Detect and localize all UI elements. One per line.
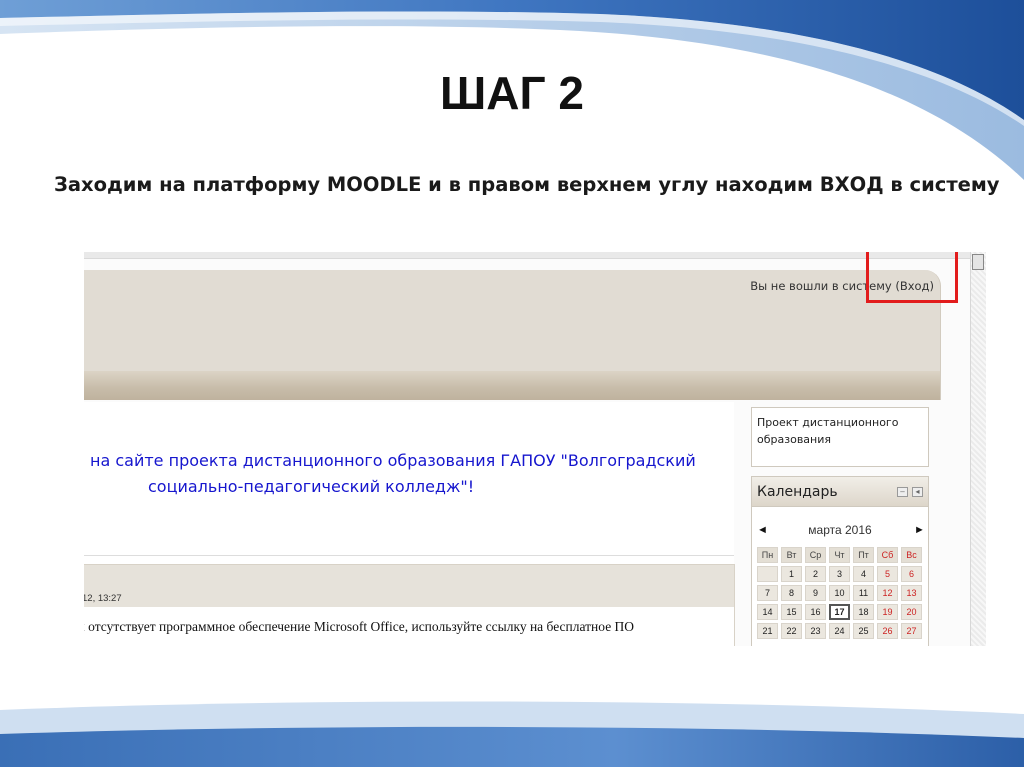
calendar-weekday: Пн	[757, 547, 778, 563]
slide-title: ШАГ 2	[440, 67, 584, 119]
header-navbar	[84, 371, 940, 400]
project-block: Проект дистанционного образования	[751, 407, 929, 467]
content-divider	[84, 555, 734, 556]
background-bottom-swoosh	[0, 701, 1024, 767]
main-content: на сайте проекта дистанционного образова…	[84, 402, 735, 646]
calendar-day[interactable]: 23	[805, 623, 826, 639]
calendar-block: Календарь – ◂ марта 2016 ◄ ► Пн Вт Ср Чт Пт С…	[751, 476, 929, 646]
calendar-next-icon[interactable]: ►	[914, 524, 925, 536]
collapse-icon[interactable]: –	[897, 487, 908, 497]
news-text: х отсутствует программное обеспечение Mi…	[84, 619, 635, 634]
calendar-day[interactable]: 12	[877, 585, 898, 601]
calendar-weekday: Сб	[877, 547, 898, 563]
calendar-day[interactable]: 20	[901, 604, 922, 620]
news-date: 12, 13:27	[84, 593, 122, 604]
calendar-empty-cell	[757, 566, 778, 582]
calendar-day[interactable]: 17	[829, 604, 850, 620]
browser-edge	[84, 252, 986, 259]
calendar-day[interactable]: 24	[829, 623, 850, 639]
calendar-day[interactable]: 7	[757, 585, 778, 601]
calendar-day[interactable]: 3	[829, 566, 850, 582]
calendar-day[interactable]: 19	[877, 604, 898, 620]
calendar-header: Календарь – ◂	[752, 477, 928, 507]
welcome-line-2: социально-педагогический колледж"!	[148, 477, 475, 496]
calendar-day[interactable]: 2	[805, 566, 826, 582]
calendar-day[interactable]: 16	[805, 604, 826, 620]
calendar-day[interactable]: 22	[781, 623, 802, 639]
calendar-weekday: Вт	[781, 547, 802, 563]
calendar-weekday: Ср	[805, 547, 826, 563]
calendar-day[interactable]: 8	[781, 585, 802, 601]
welcome-line-1: на сайте проекта дистанционного образова…	[90, 451, 696, 470]
calendar-month: марта 2016	[808, 523, 872, 537]
calendar-day[interactable]: 18	[853, 604, 874, 620]
project-block-text: Проект дистанционного образования	[757, 416, 899, 446]
calendar-day[interactable]: 10	[829, 585, 850, 601]
calendar-day[interactable]: 5	[877, 566, 898, 582]
scrollbar[interactable]	[970, 252, 986, 646]
calendar-day[interactable]: 26	[877, 623, 898, 639]
calendar-day[interactable]: 9	[805, 585, 826, 601]
news-post: 12, 13:27 х отсутствует программное обес…	[84, 564, 735, 646]
welcome-message: на сайте проекта дистанционного образова…	[90, 448, 730, 500]
news-post-header: 12, 13:27	[84, 565, 734, 607]
moodle-header: Вы не вошли в систему (Вход)	[84, 270, 941, 400]
calendar-day[interactable]: 13	[901, 585, 922, 601]
calendar-weekday: Чт	[829, 547, 850, 563]
moodle-screenshot: Вы не вошли в систему (Вход) на сайте пр…	[84, 252, 986, 646]
calendar-day[interactable]: 27	[901, 623, 922, 639]
calendar-day[interactable]: 14	[757, 604, 778, 620]
calendar-day[interactable]: 15	[781, 604, 802, 620]
calendar-prev-icon[interactable]: ◄	[757, 524, 768, 536]
calendar-day[interactable]: 6	[901, 566, 922, 582]
scroll-up-button[interactable]	[972, 254, 984, 270]
calendar-day[interactable]: 21	[757, 623, 778, 639]
calendar-day[interactable]: 1	[781, 566, 802, 582]
slide-subtitle: Заходим на платформу MOODLE и в правом в…	[54, 173, 1000, 196]
login-highlight-box	[866, 252, 958, 303]
calendar-day[interactable]: 4	[853, 566, 874, 582]
calendar-grid: Пн Вт Ср Чт Пт Сб Вс 1 2 3 4 5 6 7 8 9 10 11 12 13 14 15 16 17 1…	[757, 547, 922, 639]
dock-icon[interactable]: ◂	[912, 487, 923, 497]
calendar-day[interactable]: 25	[853, 623, 874, 639]
calendar-weekday: Вс	[901, 547, 922, 563]
calendar-weekday: Пт	[853, 547, 874, 563]
calendar-day[interactable]: 11	[853, 585, 874, 601]
calendar-title: Календарь	[757, 484, 838, 500]
